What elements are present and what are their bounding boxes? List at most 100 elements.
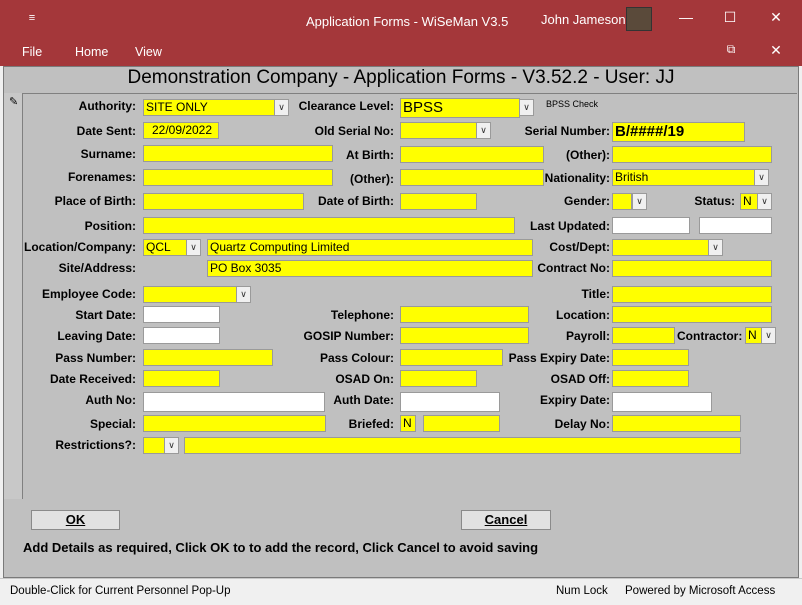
last-updated-time-field[interactable] (699, 217, 772, 234)
title-field[interactable] (612, 286, 772, 303)
num-lock-indicator: Num Lock (556, 585, 608, 597)
location-company-label: Location/Company: (23, 240, 136, 254)
chevron-down-icon[interactable]: ∨ (236, 286, 251, 303)
quick-access-icon[interactable]: ≡ (22, 12, 42, 24)
pass-number-label: Pass Number: (55, 351, 136, 365)
record-selector[interactable] (4, 93, 23, 499)
gender-select[interactable] (612, 193, 632, 210)
restrictions-select[interactable] (143, 437, 165, 454)
osad-on-label: OSAD On: (335, 372, 394, 386)
chevron-down-icon[interactable]: ∨ (164, 437, 179, 454)
status-select[interactable]: N (740, 193, 758, 210)
location-field[interactable] (612, 306, 772, 323)
restrictions-detail-field[interactable] (184, 437, 741, 454)
contractor-label: Contractor: (677, 329, 743, 343)
other1-field[interactable] (612, 146, 772, 163)
chevron-down-icon[interactable]: ∨ (761, 327, 776, 344)
menu-file[interactable]: File (22, 45, 42, 59)
contract-no-field[interactable] (612, 260, 772, 277)
instructions-text: Add Details as required, Click OK to to … (23, 540, 539, 555)
osad-off-field[interactable] (612, 370, 689, 387)
chevron-down-icon[interactable]: ∨ (476, 122, 491, 139)
authority-select[interactable]: SITE ONLY (143, 99, 275, 116)
nationality-select[interactable]: British (612, 169, 755, 186)
menu-home[interactable]: Home (75, 45, 108, 59)
form-title: Demonstration Company - Application Form… (127, 67, 675, 88)
place-of-birth-label: Place of Birth: (54, 194, 136, 208)
gender-label: Gender: (563, 194, 610, 208)
delay-no-field[interactable] (612, 415, 741, 432)
other1-label: (Other): (566, 148, 610, 162)
delay-no-label: Delay No: (554, 417, 610, 431)
start-date-label: Start Date: (75, 308, 136, 322)
auth-date-field[interactable] (400, 392, 500, 412)
form-footer (4, 502, 798, 576)
special-label: Special: (89, 417, 136, 431)
chevron-down-icon[interactable]: ∨ (632, 193, 647, 210)
position-label: Position: (84, 219, 136, 233)
avatar[interactable] (626, 7, 652, 31)
location-company-code-select[interactable]: QCL (143, 239, 187, 256)
site-address-label: Site/Address: (58, 261, 136, 275)
cancel-button[interactable]: Cancel (461, 510, 551, 530)
serial-number-label: Serial Number: (524, 124, 610, 138)
cost-dept-label: Cost/Dept: (549, 240, 610, 254)
serial-number-field[interactable]: B/####/19 (612, 122, 745, 142)
expiry-date-label: Expiry Date: (539, 393, 610, 407)
leaving-date-field[interactable] (143, 327, 220, 344)
site-address-field[interactable]: PO Box 3035 (207, 260, 533, 277)
pass-expiry-date-label: Pass Expiry Date: (508, 351, 610, 365)
date-of-birth-field[interactable] (400, 193, 477, 210)
contract-no-label: Contract No: (537, 261, 610, 275)
date-sent-field[interactable]: 22/09/2022 (143, 122, 219, 139)
cost-dept-select[interactable] (612, 239, 709, 256)
close-icon[interactable]: ✕ (766, 9, 786, 26)
osad-on-field[interactable] (400, 370, 477, 387)
surname-label: Surname: (80, 147, 136, 161)
last-updated-field[interactable] (612, 217, 690, 234)
last-updated-label: Last Updated: (529, 219, 610, 233)
position-field[interactable] (143, 217, 515, 234)
ok-button[interactable]: OK (31, 510, 120, 530)
status-bar: Double-Click for Current Personnel Pop-U… (0, 578, 802, 605)
pass-colour-field[interactable] (400, 349, 503, 366)
payroll-field[interactable] (612, 327, 675, 344)
minimize-icon[interactable]: — (676, 9, 696, 25)
expiry-date-field[interactable] (612, 392, 712, 412)
close-document-icon[interactable]: ✕ (766, 42, 786, 59)
pencil-icon: ✎ (9, 96, 19, 108)
chevron-down-icon[interactable]: ∨ (754, 169, 769, 186)
contractor-select[interactable]: N (745, 327, 762, 344)
chevron-down-icon[interactable]: ∨ (708, 239, 723, 256)
payroll-label: Payroll: (565, 329, 610, 343)
menu-view[interactable]: View (135, 45, 162, 59)
forenames-label: Forenames: (67, 170, 136, 184)
employee-code-label: Employee Code: (41, 287, 136, 301)
pass-number-field[interactable] (143, 349, 273, 366)
restrictions-label: Restrictions?: (55, 438, 136, 452)
powered-by-text: Powered by Microsoft Access (625, 585, 776, 597)
start-date-field[interactable] (143, 306, 220, 323)
window-title: Application Forms - WiSeMan V3.5 (306, 14, 509, 29)
pass-expiry-date-field[interactable] (612, 349, 689, 366)
old-serial-no-select[interactable] (400, 122, 477, 139)
user-name: John Jameson (541, 12, 626, 27)
chevron-down-icon[interactable]: ∨ (186, 239, 201, 256)
nationality-label: Nationality: (544, 171, 610, 185)
status-hint: Double-Click for Current Personnel Pop-U… (10, 585, 231, 597)
date-received-label: Date Received: (49, 372, 136, 386)
restore-icon[interactable]: ⧉ (721, 42, 741, 57)
briefed-field[interactable]: N (400, 415, 416, 432)
maximize-icon[interactable]: ☐ (720, 9, 740, 26)
chevron-down-icon[interactable]: ∨ (757, 193, 772, 210)
chevron-down-icon[interactable]: ∨ (519, 99, 534, 116)
clearance-level-select[interactable]: BPSS (400, 98, 520, 118)
title-label: Title: (581, 287, 610, 301)
at-birth-label: At Birth: (346, 148, 394, 162)
status-label: Status: (694, 194, 735, 208)
employee-code-select[interactable] (143, 286, 237, 303)
date-received-field[interactable] (143, 370, 220, 387)
location-company-name-field[interactable]: Quartz Computing Limited (207, 239, 533, 256)
date-sent-label: Date Sent: (76, 124, 136, 138)
briefed-date-field[interactable] (423, 415, 500, 432)
